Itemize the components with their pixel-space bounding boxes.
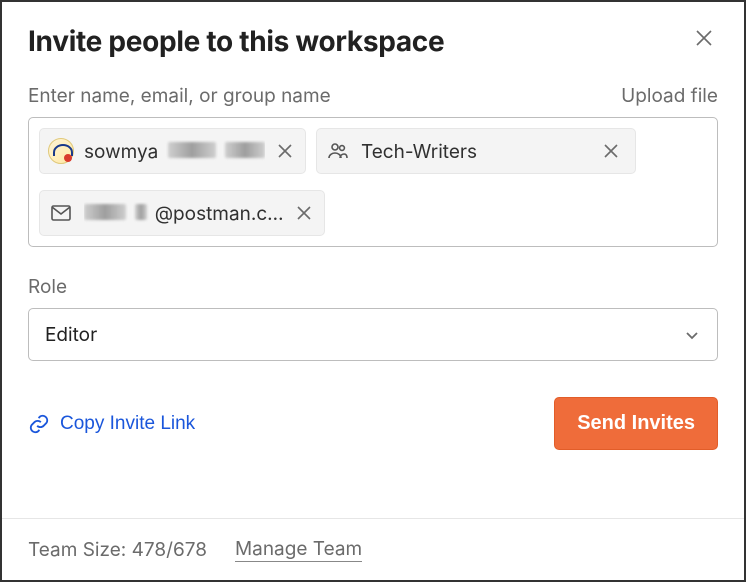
close-icon <box>277 143 293 159</box>
upload-file-link[interactable]: Upload file <box>621 84 718 107</box>
group-icon <box>325 138 351 164</box>
role-select-value: Editor <box>45 323 97 346</box>
email-icon <box>48 200 74 226</box>
copy-invite-link-label: Copy Invite Link <box>60 413 195 435</box>
invitees-field-label: Enter name, email, or group name <box>28 84 331 107</box>
chip-label: Tech-Writers <box>361 140 591 163</box>
close-icon <box>694 28 714 48</box>
invitees-input[interactable]: sowmya Tech-Writers <box>28 117 718 247</box>
close-icon <box>296 205 312 221</box>
chip-label: @postman.c… <box>84 202 284 225</box>
avatar-icon <box>48 138 74 164</box>
manage-team-link[interactable]: Manage Team <box>235 537 362 562</box>
role-select[interactable]: Editor <box>28 308 718 361</box>
close-button[interactable] <box>690 24 718 52</box>
chip-remove-button[interactable] <box>275 141 295 161</box>
chevron-down-icon <box>683 326 701 344</box>
link-icon <box>28 413 50 435</box>
close-icon <box>603 143 619 159</box>
dialog-footer: Team Size: 478/678 Manage Team <box>2 518 744 580</box>
invitee-chip-email[interactable]: @postman.c… <box>39 190 325 236</box>
invitee-chip-group[interactable]: Tech-Writers <box>316 128 636 174</box>
send-invites-button[interactable]: Send Invites <box>554 397 718 450</box>
team-size-text: Team Size: 478/678 <box>28 538 207 561</box>
role-field-label: Role <box>28 275 718 298</box>
chip-remove-button[interactable] <box>601 141 621 161</box>
chip-remove-button[interactable] <box>294 203 314 223</box>
chip-label: sowmya <box>84 140 265 163</box>
dialog-title: Invite people to this workspace <box>28 24 444 58</box>
copy-invite-link-button[interactable]: Copy Invite Link <box>28 413 195 435</box>
invitee-chip-user[interactable]: sowmya <box>39 128 306 174</box>
